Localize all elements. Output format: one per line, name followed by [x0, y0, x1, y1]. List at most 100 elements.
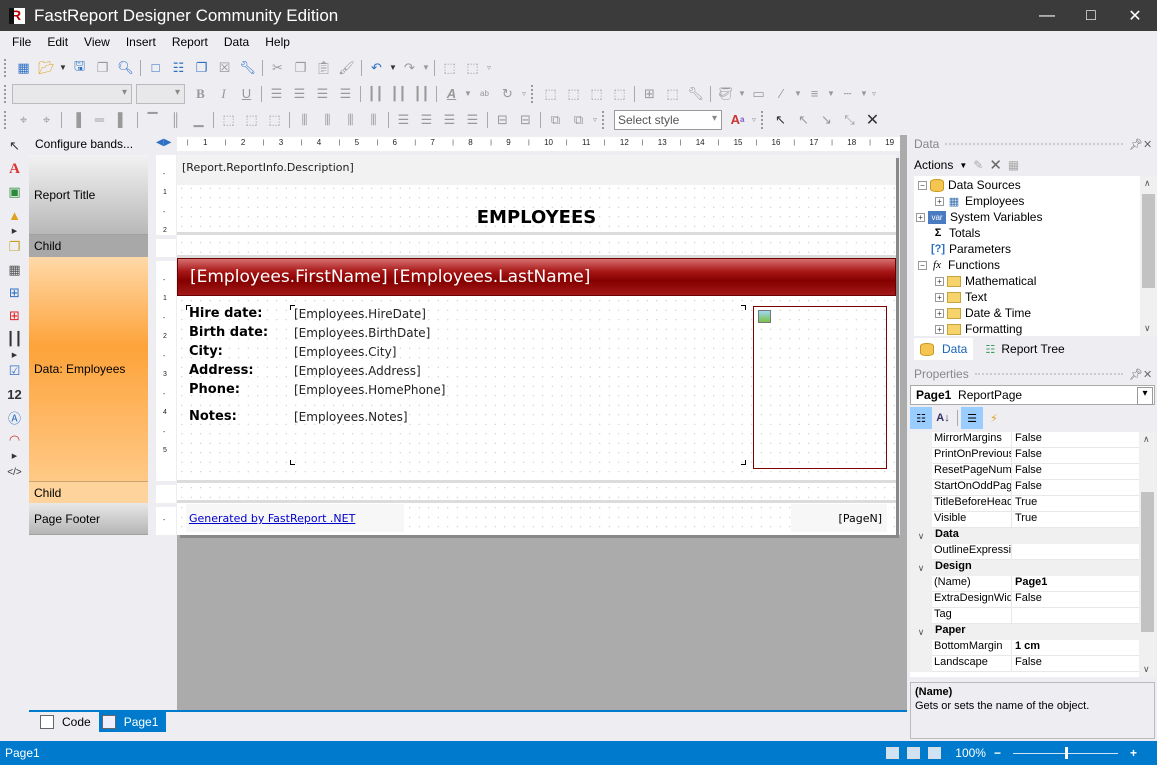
gauge-object-icon[interactable]: ◠ [3, 429, 27, 451]
property-value[interactable]: Page1 [1012, 576, 1139, 592]
border-props-icon[interactable]: 🔧︎ [684, 83, 707, 105]
tree-item-formatting[interactable]: + Formatting [935, 321, 1022, 337]
new-dialog-icon[interactable]: ☷ [167, 57, 190, 79]
fill-color-dropdown-icon[interactable]: ▼ [737, 89, 747, 98]
align-center-icon[interactable]: ☰ [288, 83, 311, 105]
zoom-page-width-icon[interactable] [886, 747, 900, 759]
property-value[interactable]: False [1012, 432, 1139, 448]
zoom-slider[interactable] [1012, 746, 1118, 759]
birth-date-value[interactable]: [Employees.BirthDate] [294, 326, 430, 340]
page-number-text[interactable]: [PageN] [839, 512, 882, 525]
highlight-icon[interactable]: ab [473, 83, 496, 105]
toolbar-grip[interactable] [602, 110, 606, 129]
checkbox-object-icon[interactable]: ☑ [3, 360, 27, 382]
band-child[interactable]: Child [29, 235, 148, 257]
arrow-tool-icon[interactable]: ↘ [815, 109, 838, 131]
decrease-horz-space-icon[interactable]: ⫼ [339, 109, 362, 131]
property-row[interactable]: Visible True [910, 512, 1139, 528]
open-icon[interactable]: 📂︎ [35, 57, 58, 79]
report-title-text[interactable]: EMPLOYEES [177, 197, 896, 237]
tree-item-system-variables[interactable]: + var System Variables [916, 209, 1042, 225]
redo-dropdown-icon[interactable]: ▼ [421, 63, 431, 72]
line-width-dropdown-icon[interactable]: ▼ [826, 89, 836, 98]
justify-icon[interactable]: ☰ [334, 83, 357, 105]
categorized-icon[interactable]: ☷ [910, 407, 932, 429]
toolbar-grip[interactable] [4, 110, 8, 129]
font-name-combo[interactable] [12, 83, 132, 104]
zipcode-object-icon[interactable]: 12 [3, 383, 27, 405]
valign-bottom-icon[interactable]: ┃┃ [410, 83, 433, 105]
center-vert-icon[interactable]: ⊟ [514, 109, 537, 131]
subreport-icon[interactable]: ❐ [3, 236, 27, 258]
expand-icon[interactable]: + [916, 212, 925, 222]
style-editor-icon[interactable]: Aa [726, 109, 749, 131]
align-middles-icon[interactable]: ║ [164, 109, 187, 131]
property-row[interactable]: PrintOnPrevious False [910, 448, 1139, 464]
zoom-in-button[interactable]: + [1130, 746, 1137, 760]
collapse-icon[interactable]: − [918, 180, 927, 190]
close-panel-icon[interactable]: ✕ [1143, 368, 1157, 381]
valign-top-icon[interactable]: ┃┃ [364, 83, 387, 105]
border-bottom-icon[interactable]: ⬚ [562, 83, 585, 105]
tree-item-employees[interactable]: + ▦ Employees [935, 193, 1024, 209]
pin-icon[interactable]: 📌︎ [1129, 138, 1143, 151]
property-value[interactable]: False [1012, 656, 1139, 672]
property-value[interactable] [1012, 608, 1139, 624]
same-width-icon[interactable]: ⬚ [217, 109, 240, 131]
toolbar-grip[interactable] [761, 110, 765, 129]
matrix-object-icon[interactable]: ⊞ [3, 282, 27, 304]
expand-icon[interactable]: + [935, 276, 944, 286]
align-right-icon[interactable]: ☰ [311, 83, 334, 105]
configure-bands-button[interactable]: Configure bands... [29, 135, 148, 155]
text-object-icon[interactable]: A [3, 158, 27, 180]
chart-object-icon[interactable]: ⊞ [3, 305, 27, 327]
property-value[interactable]: False [1012, 592, 1139, 608]
data-tree-scrollbar[interactable]: ∧ ∨ [1140, 176, 1157, 336]
tab-report-tree[interactable]: ☷ Report Tree [977, 338, 1070, 360]
address-label[interactable]: Address: [189, 363, 254, 378]
child-band[interactable] [177, 238, 896, 258]
expand-icon[interactable]: + [935, 196, 944, 206]
increase-vert-space-icon[interactable]: ☰ [415, 109, 438, 131]
property-row[interactable]: MirrorMargins False [910, 432, 1139, 448]
property-row[interactable]: OutlineExpressic [910, 544, 1139, 560]
rotation-icon[interactable]: ↻ [496, 83, 519, 105]
expand-collapse-icon[interactable]: ◀▶ [156, 137, 171, 148]
undo-icon[interactable]: ↶ [365, 57, 388, 79]
tree-item-totals[interactable]: Σ Totals [931, 225, 981, 241]
phone-label[interactable]: Phone: [189, 382, 240, 397]
pin-icon[interactable]: 📌︎ [1129, 368, 1143, 381]
new-page-icon[interactable]: □ [144, 57, 167, 79]
html-object-icon[interactable]: </> [3, 461, 27, 483]
menu-insert[interactable]: Insert [118, 35, 164, 49]
bring-to-front-icon[interactable]: ⧉ [544, 109, 567, 131]
align-left-icon[interactable]: ☰ [265, 83, 288, 105]
toolbar-overflow-icon[interactable]: ▿ [869, 89, 879, 98]
property-value[interactable]: False [1012, 480, 1139, 496]
property-row[interactable]: ResetPageNumb False [910, 464, 1139, 480]
property-row[interactable]: ExtraDesignWid False [910, 592, 1139, 608]
zoom-whole-page-icon[interactable] [907, 747, 921, 759]
notes-value[interactable]: [Employees.Notes] [294, 410, 408, 424]
scroll-thumb[interactable] [1142, 194, 1155, 288]
menu-data[interactable]: Data [216, 35, 257, 49]
barcode-object-icon[interactable]: ┃┃ [3, 328, 27, 350]
space-horz-icon[interactable]: ⫼ [293, 109, 316, 131]
band-page-footer[interactable]: Page Footer [29, 503, 148, 535]
paste-icon[interactable]: 📋︎ [312, 57, 335, 79]
properties-icon[interactable]: ☰ [961, 407, 983, 429]
city-value[interactable]: [Employees.City] [294, 345, 396, 359]
property-row[interactable]: StartOnOddPag False [910, 480, 1139, 496]
scroll-down-icon[interactable]: ∨ [1143, 664, 1150, 675]
collapse-icon[interactable]: − [918, 260, 927, 270]
picture-object-icon[interactable]: ▣ [3, 181, 27, 203]
collapse-category-icon[interactable]: ∨ [910, 624, 932, 640]
double-arrow-tool-icon[interactable]: ⤡ [838, 109, 861, 131]
toolbar-grip[interactable] [4, 58, 8, 77]
line-color-dropdown-icon[interactable]: ▼ [793, 89, 803, 98]
tab-code[interactable]: Code [37, 712, 99, 732]
more-arrow-icon[interactable]: ▶ [12, 351, 17, 360]
actions-menu[interactable]: Actions [914, 158, 953, 172]
tree-item-text[interactable]: + Text [935, 289, 987, 305]
property-value[interactable] [1012, 544, 1139, 560]
